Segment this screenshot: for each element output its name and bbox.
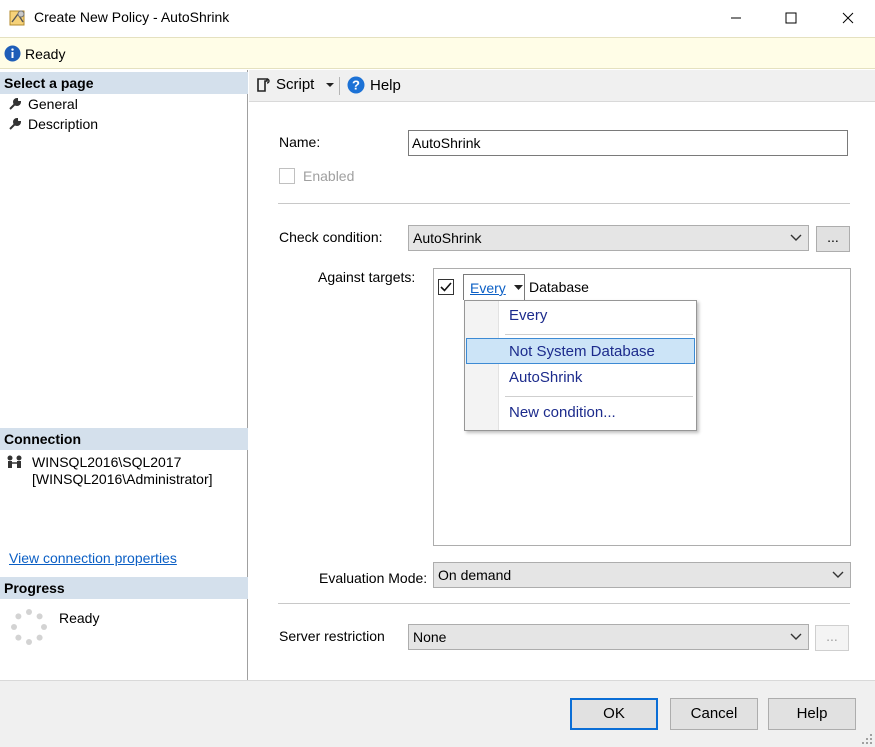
server-restriction-select[interactable]: None bbox=[408, 624, 809, 650]
name-input[interactable]: AutoShrink bbox=[408, 130, 848, 156]
check-condition-label: Check condition: bbox=[279, 229, 383, 245]
target-selector-value[interactable]: Every bbox=[470, 280, 506, 296]
close-icon bbox=[842, 12, 854, 24]
connection-info: WINSQL2016\SQL2017 [WINSQL2016\Administr… bbox=[6, 454, 213, 488]
separator bbox=[278, 603, 850, 604]
progress-spinner-icon bbox=[11, 609, 47, 645]
script-label: Script bbox=[276, 76, 315, 93]
minimize-icon bbox=[731, 17, 741, 19]
cancel-button[interactable]: Cancel bbox=[670, 698, 758, 730]
dropdown-item-autoshrink[interactable]: AutoShrink bbox=[466, 365, 695, 391]
close-button[interactable] bbox=[825, 0, 871, 36]
check-condition-select[interactable]: AutoShrink bbox=[408, 225, 809, 251]
chevron-down-icon bbox=[790, 234, 802, 241]
dropdown-separator bbox=[505, 396, 693, 397]
chevron-down-icon bbox=[790, 633, 802, 640]
status-text: Ready bbox=[25, 46, 66, 62]
chevron-down-icon bbox=[326, 82, 335, 87]
title-bar: Create New Policy - AutoShrink bbox=[0, 0, 875, 36]
target-selector[interactable]: Every bbox=[463, 274, 525, 300]
help-footer-button[interactable]: Help bbox=[768, 698, 856, 730]
server-restriction-browse-button[interactable]: ... bbox=[815, 625, 849, 651]
view-connection-properties-link[interactable]: View connection properties bbox=[9, 550, 177, 566]
dropdown-item-every[interactable]: Every bbox=[466, 303, 695, 329]
enabled-checkbox[interactable] bbox=[279, 168, 295, 184]
server-restriction-label: Server restriction bbox=[279, 628, 385, 644]
check-condition-browse-button[interactable]: ... bbox=[816, 226, 850, 252]
server-restriction-value: None bbox=[413, 629, 447, 645]
help-button[interactable]: ? Help bbox=[347, 76, 401, 94]
connection-server: WINSQL2016\SQL2017 bbox=[32, 454, 182, 470]
policy-app-icon bbox=[9, 10, 25, 26]
minimize-button[interactable] bbox=[713, 0, 759, 36]
dropdown-item-new-condition[interactable]: New condition... bbox=[466, 400, 695, 426]
ok-button[interactable]: OK bbox=[570, 698, 658, 730]
target-condition-dropdown: Every Not System Database AutoShrink New… bbox=[464, 300, 697, 431]
dialog-footer: OK Cancel Help bbox=[0, 680, 875, 747]
connection-user: [WINSQL2016\Administrator] bbox=[32, 471, 213, 487]
svg-text:?: ? bbox=[352, 78, 360, 93]
maximize-icon bbox=[785, 12, 797, 24]
evaluation-mode-select[interactable]: On demand bbox=[433, 562, 851, 588]
checkmark-icon bbox=[440, 282, 452, 292]
window-title: Create New Policy - AutoShrink bbox=[34, 9, 230, 25]
side-panel: Select a page General Description Connec… bbox=[0, 70, 248, 680]
toolbar-separator bbox=[339, 77, 340, 95]
page-item-description[interactable]: Description bbox=[8, 114, 98, 134]
name-label: Name: bbox=[279, 134, 321, 150]
check-condition-value: AutoShrink bbox=[413, 230, 482, 246]
script-icon bbox=[257, 77, 270, 92]
dropdown-item-not-system-database[interactable]: Not System Database bbox=[466, 338, 695, 364]
chevron-down-icon bbox=[514, 285, 523, 290]
evaluation-mode-value: On demand bbox=[438, 567, 512, 583]
page-item-label: General bbox=[28, 96, 78, 112]
chevron-down-icon bbox=[832, 571, 844, 578]
progress-status: Ready bbox=[59, 610, 100, 626]
wrench-icon bbox=[9, 117, 22, 130]
dropdown-separator bbox=[505, 334, 693, 335]
script-button[interactable]: Script bbox=[255, 76, 335, 93]
against-targets-label: Against targets: bbox=[318, 269, 416, 285]
select-page-header: Select a page bbox=[0, 72, 248, 94]
page-item-general[interactable]: General bbox=[8, 94, 78, 114]
separator bbox=[278, 203, 850, 204]
toolbar: Script ? Help bbox=[249, 70, 875, 102]
target-checkbox[interactable] bbox=[438, 279, 454, 295]
resize-grip-icon[interactable] bbox=[861, 733, 873, 745]
connection-header: Connection bbox=[0, 428, 248, 450]
help-label: Help bbox=[370, 76, 401, 94]
maximize-button[interactable] bbox=[768, 0, 814, 36]
enabled-label: Enabled bbox=[303, 168, 355, 184]
info-icon bbox=[4, 45, 21, 62]
help-icon: ? bbox=[347, 76, 365, 94]
connection-icon bbox=[7, 455, 22, 468]
progress-header: Progress bbox=[0, 577, 248, 599]
wrench-icon bbox=[9, 97, 22, 110]
target-type-label: Database bbox=[529, 279, 589, 295]
status-bar: Ready bbox=[0, 37, 875, 69]
page-item-label: Description bbox=[28, 116, 99, 132]
evaluation-mode-label: Evaluation Mode: bbox=[319, 570, 428, 586]
